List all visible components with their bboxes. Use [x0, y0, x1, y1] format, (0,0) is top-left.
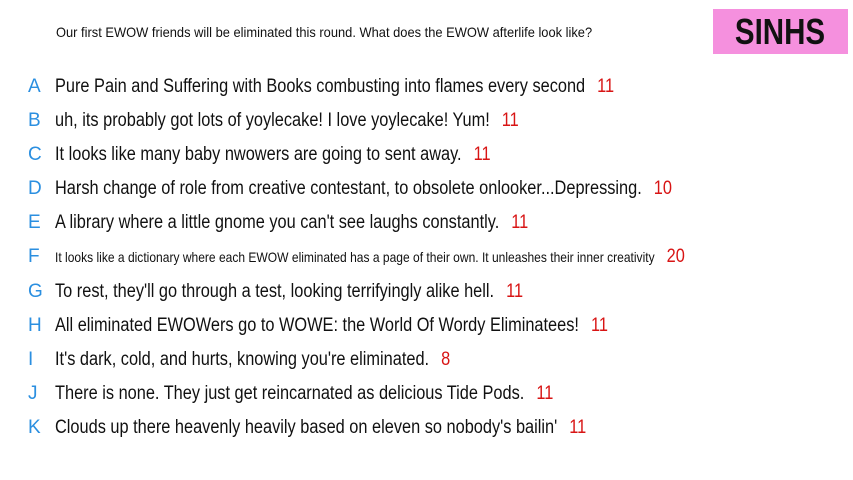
contestant-name-badge: SINHS — [713, 9, 848, 54]
response-text: Clouds up there heavenly heavily based o… — [55, 417, 558, 438]
response-body: Pure Pain and Suffering with Books combu… — [55, 76, 614, 98]
response-text: Harsh change of role from creative conte… — [55, 178, 642, 199]
response-word-count: 11 — [536, 383, 554, 404]
response-row-i: I It's dark, cold, and hurts, knowing yo… — [0, 343, 853, 377]
response-word-count: 10 — [653, 178, 672, 199]
response-body: There is none. They just get reincarnate… — [55, 383, 553, 405]
response-letter: H — [28, 315, 42, 336]
response-word-count: 11 — [506, 281, 524, 302]
response-word-count: 8 — [441, 349, 451, 370]
response-letter: J — [28, 383, 38, 404]
response-text: It looks like a dictionary where each EW… — [55, 249, 655, 265]
response-text: A library where a little gnome you can't… — [55, 212, 500, 233]
response-body: uh, its probably got lots of yoylecake! … — [55, 110, 519, 132]
response-letter: A — [28, 76, 41, 97]
response-body: Harsh change of role from creative conte… — [55, 178, 672, 200]
response-row-d: D Harsh change of role from creative con… — [0, 172, 853, 206]
response-row-b: B uh, its probably got lots of yoylecake… — [0, 104, 853, 138]
response-row-g: G To rest, they'll go through a test, lo… — [0, 275, 853, 309]
response-word-count: 11 — [590, 315, 608, 336]
response-row-f: F It looks like a dictionary where each … — [0, 240, 853, 274]
response-text: It's dark, cold, and hurts, knowing you'… — [55, 349, 430, 370]
response-word-count: 20 — [666, 246, 685, 267]
response-text: It looks like many baby nwowers are goin… — [55, 144, 462, 165]
response-letter: F — [28, 246, 40, 267]
response-row-e: E A library where a little gnome you can… — [0, 206, 853, 240]
response-letter: D — [28, 178, 42, 199]
response-text: Pure Pain and Suffering with Books combu… — [55, 76, 586, 97]
response-row-c: C It looks like many baby nwowers are go… — [0, 138, 853, 172]
response-letter: C — [28, 144, 42, 165]
response-letter: E — [28, 212, 41, 233]
response-body: It's dark, cold, and hurts, knowing you'… — [55, 349, 450, 371]
response-body: It looks like a dictionary where each EW… — [55, 246, 685, 268]
response-body: All eliminated EWOWers go to WOWE: the W… — [55, 315, 608, 337]
response-word-count: 11 — [597, 76, 615, 97]
response-row-j: J There is none. They just get reincarna… — [0, 377, 853, 411]
response-text: To rest, they'll go through a test, look… — [55, 281, 495, 302]
response-letter: I — [28, 349, 34, 370]
response-word-count: 11 — [501, 110, 519, 131]
response-text: All eliminated EWOWers go to WOWE: the W… — [55, 315, 579, 336]
round-prompt: Our first EWOW friends will be eliminate… — [56, 24, 593, 40]
response-text: There is none. They just get reincarnate… — [55, 383, 525, 404]
response-text: uh, its probably got lots of yoylecake! … — [55, 110, 490, 131]
response-body: To rest, they'll go through a test, look… — [55, 281, 523, 303]
response-row-a: A Pure Pain and Suffering with Books com… — [0, 70, 853, 104]
response-row-k: K Clouds up there heavenly heavily based… — [0, 411, 853, 445]
response-body: A library where a little gnome you can't… — [55, 212, 528, 234]
response-word-count: 11 — [511, 212, 529, 233]
response-letter: B — [28, 110, 41, 131]
response-letter: K — [28, 417, 41, 438]
response-letter: G — [28, 281, 43, 302]
contestant-name: SINHS — [735, 10, 826, 52]
response-body: It looks like many baby nwowers are goin… — [55, 144, 491, 166]
response-body: Clouds up there heavenly heavily based o… — [55, 417, 586, 439]
response-word-count: 11 — [569, 417, 587, 438]
response-row-h: H All eliminated EWOWers go to WOWE: the… — [0, 309, 853, 343]
response-word-count: 11 — [473, 144, 491, 165]
